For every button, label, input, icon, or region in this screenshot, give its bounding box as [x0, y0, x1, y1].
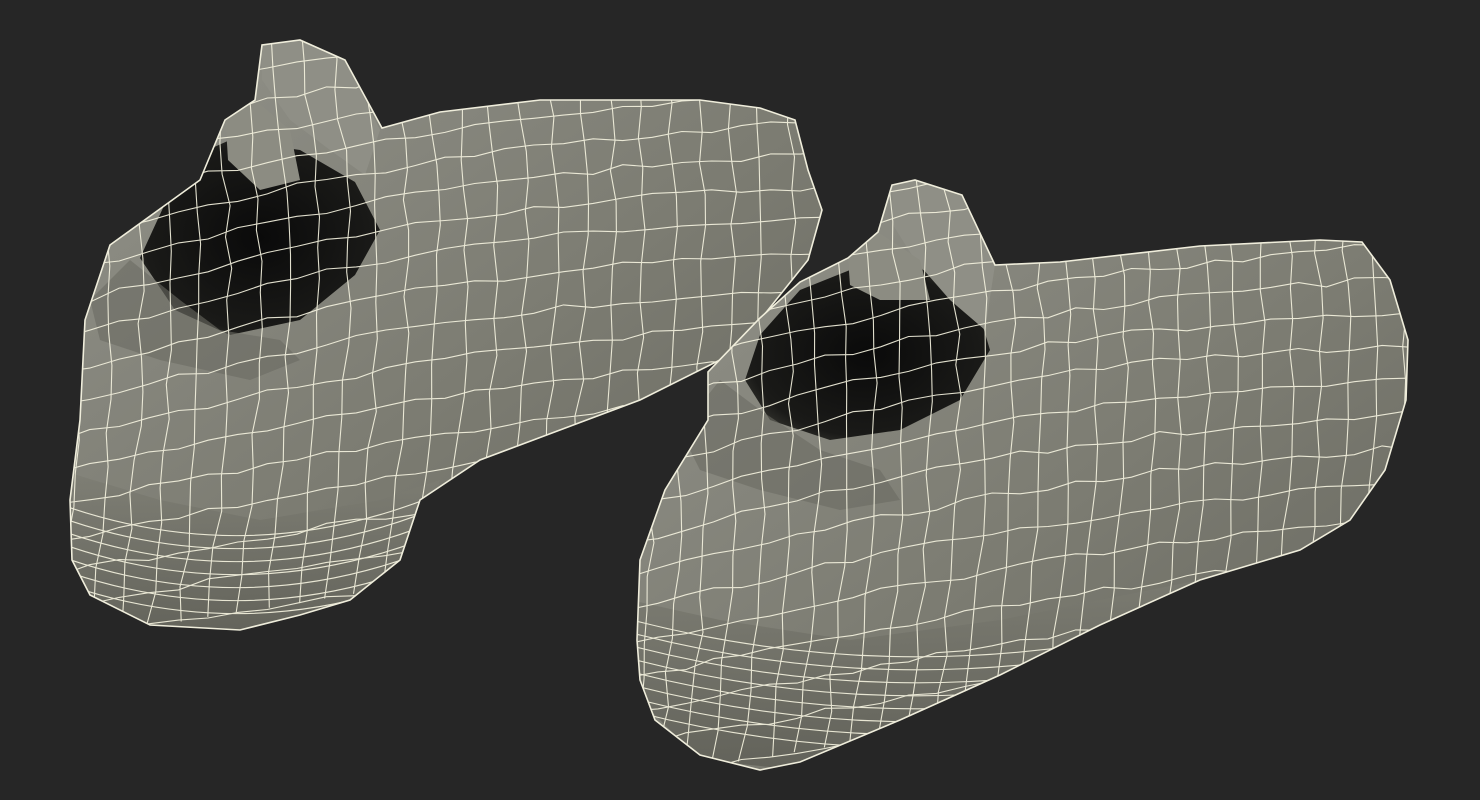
mesh-edge-ring	[1410, 40, 1435, 650]
scene-canvas	[69, 39, 1435, 771]
mesh-edge-loop	[70, 40, 822, 44]
3d-viewport[interactable]	[0, 0, 1480, 800]
mesh-edge-loop	[70, 40, 822, 110]
mesh-edge-loop	[70, 40, 822, 73]
